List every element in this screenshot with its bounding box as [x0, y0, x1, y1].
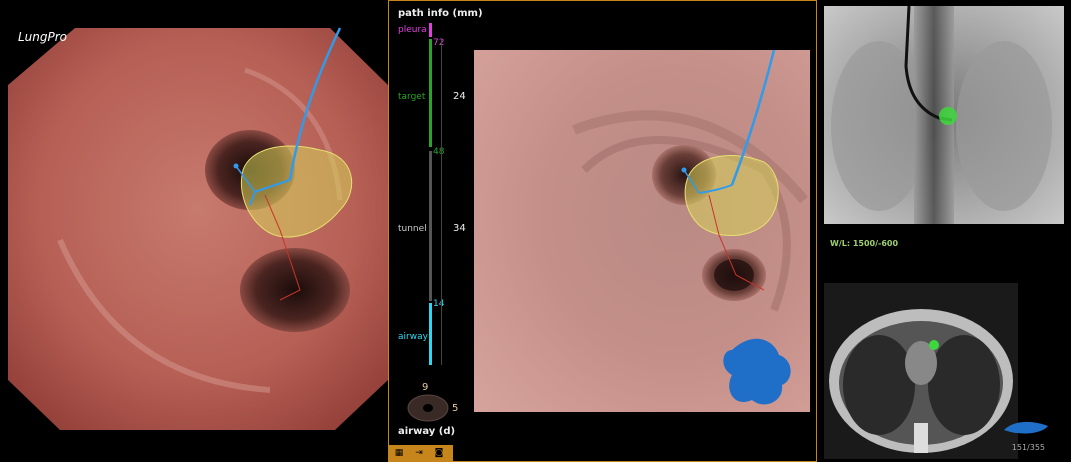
endoscope-image: [8, 27, 388, 430]
target-mark: 48: [433, 147, 445, 157]
bottom-toolbar: ▦ ⇥ ◙: [389, 445, 453, 461]
airway-label: airway: [398, 332, 428, 342]
tunnel-value: 34: [453, 223, 466, 234]
fluoroscopy-view: [824, 6, 1064, 224]
tunnel-bar: [429, 151, 432, 301]
pleura-value: 72: [433, 38, 445, 48]
window-level: W/L: 1500/-600: [830, 239, 899, 248]
lungpro-logo: LungPro: [18, 30, 68, 44]
ct-view: [824, 283, 1018, 459]
endoscope-view: LungPro: [0, 0, 388, 462]
pleura-label: pleura: [398, 25, 427, 35]
airway-d-label: airway (d): [398, 426, 456, 437]
login-icon[interactable]: ⇥: [412, 447, 426, 459]
tunnel-label: tunnel: [398, 224, 427, 234]
airway-d-top: 9: [422, 382, 429, 393]
scale-track: [441, 39, 442, 365]
camera-icon[interactable]: ◙: [432, 447, 446, 459]
target-bar: [429, 39, 432, 147]
virtual-navigation-panel: path info (mm) pleura 72 target 24 48 tu…: [388, 0, 817, 462]
path-info-title: path info (mm): [398, 8, 483, 19]
airway-diameter-icon: [407, 394, 449, 422]
imaging-panel: W/L: 1500/-600 151/355: [818, 0, 1071, 462]
airway-d-right: 5: [452, 403, 459, 414]
virtual-bronchoscopy-view: [474, 50, 810, 412]
grid-icon[interactable]: ▦: [392, 447, 406, 459]
airway-bar: [429, 303, 432, 365]
ct-marker-icon: [1004, 421, 1048, 434]
target-label: target: [398, 92, 426, 102]
airway-mark: 14: [433, 299, 445, 309]
ct-slice-counter: 151/355: [1011, 443, 1045, 452]
target-value: 24: [453, 91, 466, 102]
pleura-bar: [429, 23, 432, 37]
